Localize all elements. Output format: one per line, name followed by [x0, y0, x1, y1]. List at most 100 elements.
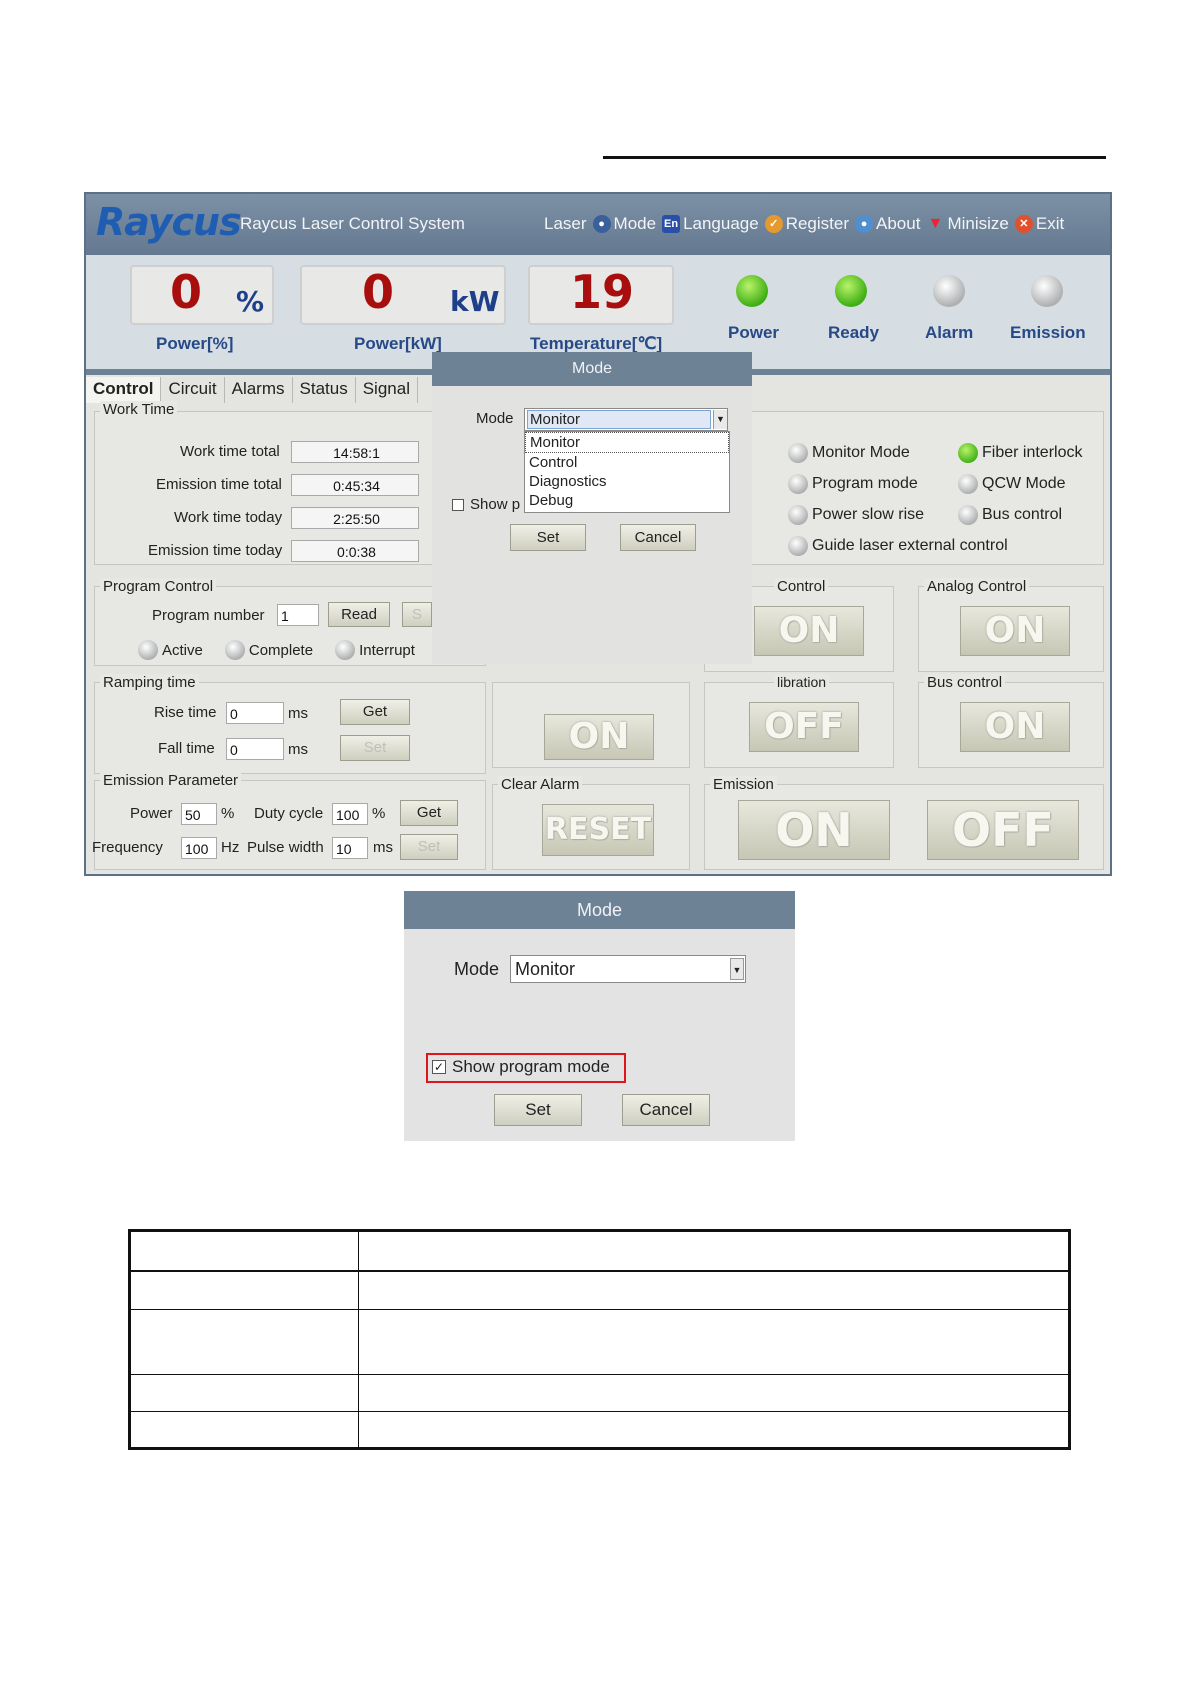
program-number-input[interactable]: 1 — [277, 604, 319, 626]
chevron-down-icon[interactable]: ▼ — [713, 410, 727, 429]
mode-select-value: Monitor — [527, 410, 711, 429]
mode-label: Mode — [476, 410, 514, 427]
tab-control[interactable]: Control — [86, 377, 162, 403]
complete-indicator — [224, 640, 245, 660]
mode-2-select-value: Monitor — [515, 959, 576, 979]
checkbox-icon[interactable] — [452, 498, 464, 511]
menu-about[interactable]: ● About — [855, 214, 920, 234]
checkbox-checked-icon[interactable]: ✓ — [432, 1060, 446, 1074]
tab-status[interactable]: Status — [293, 377, 356, 403]
tab-circuit[interactable]: Circuit — [161, 377, 225, 403]
control-on-button[interactable]: ON — [754, 606, 864, 656]
mode-dialog-enlarged: Mode Mode Monitor ▼ ✓ Show program mode … — [404, 891, 795, 1141]
emission-off-button[interactable]: OFF — [927, 800, 1079, 860]
raycus-logo: Raycus — [96, 200, 242, 244]
power-input[interactable]: 50 — [181, 803, 217, 825]
calibration-off-button[interactable]: OFF — [749, 702, 859, 752]
bus-control-status: Bus control — [958, 505, 1062, 525]
show-program-mode-checkbox[interactable]: ✓ Show program mode — [432, 1057, 610, 1077]
mode-2-select[interactable]: Monitor ▼ — [510, 955, 746, 983]
mode-2-cancel-button[interactable]: Cancel — [622, 1094, 710, 1126]
pulse-width-unit: ms — [373, 839, 393, 856]
laser-control-window: Raycus Raycus Laser Control System Laser… — [84, 192, 1112, 876]
ramping-set-button[interactable]: Set — [340, 735, 410, 761]
tab-alarms[interactable]: Alarms — [225, 377, 293, 403]
fall-time-input[interactable]: 0 — [226, 738, 284, 760]
show-program-checkbox-partial[interactable]: Show p — [452, 496, 520, 513]
clear-alarm-title: Clear Alarm — [498, 776, 583, 793]
power-percent-value: 0 — [170, 265, 203, 319]
guide-laser-indicator — [788, 536, 808, 556]
work-time-today-label: Work time today — [174, 509, 283, 526]
mode-dialog-title: Mode — [432, 352, 752, 386]
emission-group-title: Emission — [710, 776, 777, 793]
work-time-today-field: 2:25:50 — [291, 507, 419, 529]
mode-option-diagnostics[interactable]: Diagnostics — [525, 472, 729, 491]
mode-dropdown-list: Monitor Control Diagnostics Debug — [524, 431, 730, 513]
power-label: Power — [130, 805, 173, 822]
menu-laser[interactable]: Laser — [544, 214, 587, 234]
mode-cancel-button[interactable]: Cancel — [620, 524, 696, 551]
header-rule — [603, 156, 1106, 159]
table-row-divider — [131, 1309, 1068, 1310]
menu-language[interactable]: En Language — [662, 214, 759, 234]
tab-bar: Control Circuit Alarms Status Signal — [86, 377, 418, 403]
work-time-title: Work Time — [100, 401, 178, 418]
guide-laser-status: Guide laser external control — [788, 536, 1008, 556]
qcw-mode-status: QCW Mode — [958, 474, 1066, 494]
tab-signal[interactable]: Signal — [356, 377, 418, 403]
bus-control-title: Bus control — [924, 674, 1006, 691]
mode-select[interactable]: Monitor ▼ — [524, 408, 728, 431]
register-icon: ✓ — [764, 215, 783, 233]
empty-table — [128, 1229, 1071, 1450]
analog-on-button[interactable]: ON — [960, 606, 1070, 656]
menu-minisize[interactable]: ▼ Minisize — [926, 214, 1009, 234]
mode-option-monitor[interactable]: Monitor — [525, 432, 729, 453]
interrupt-state: Interrupt — [335, 640, 415, 660]
program-mode-status: Program mode — [788, 474, 918, 494]
table-row-divider — [131, 1411, 1068, 1412]
program-set-button[interactable]: S — [402, 602, 432, 627]
emission-on-button[interactable]: ON — [738, 800, 890, 860]
emission-time-total-label: Emission time total — [156, 476, 282, 493]
exit-icon: ✕ — [1014, 215, 1033, 233]
menu-mode[interactable]: ● Mode — [592, 214, 656, 234]
fall-time-unit: ms — [288, 741, 308, 758]
emission-set-button[interactable]: Set — [400, 834, 458, 860]
bus-on-button[interactable]: ON — [960, 702, 1070, 752]
mode-dialog-2-title: Mode — [404, 891, 795, 929]
middle-on-button[interactable]: ON — [544, 714, 654, 760]
emission-get-button[interactable]: Get — [400, 800, 458, 826]
mode-dialog: Mode Mode Monitor ▼ Monitor Control Diag… — [432, 352, 752, 664]
emission-parameter-title: Emission Parameter — [100, 772, 242, 789]
rise-time-input[interactable]: 0 — [226, 702, 284, 724]
mode-2-label: Mode — [454, 959, 500, 979]
frequency-input[interactable]: 100 — [181, 837, 217, 859]
power-percent-display: 0 % — [130, 265, 274, 325]
mode-option-control[interactable]: Control — [525, 453, 729, 472]
analog-control-title: Analog Control — [924, 578, 1030, 595]
chevron-down-icon[interactable]: ▼ — [730, 958, 744, 980]
menu-register[interactable]: ✓ Register — [764, 214, 849, 234]
ramping-get-button[interactable]: Get — [340, 699, 410, 725]
ready-indicator — [835, 275, 867, 307]
work-time-total-label: Work time total — [180, 443, 280, 460]
pulse-width-input[interactable]: 10 — [332, 837, 368, 859]
table-row-divider — [131, 1374, 1068, 1375]
mode-2-set-button[interactable]: Set — [494, 1094, 582, 1126]
duty-cycle-unit: % — [372, 805, 386, 822]
read-button[interactable]: Read — [328, 602, 390, 627]
active-state: Active — [138, 640, 203, 660]
alarm-indicator — [933, 275, 965, 307]
duty-cycle-label: Duty cycle — [254, 805, 324, 822]
rise-time-unit: ms — [288, 705, 308, 722]
emission-time-today-label: Emission time today — [148, 542, 283, 559]
mode-option-debug[interactable]: Debug — [525, 491, 729, 510]
mode-set-button[interactable]: Set — [510, 524, 586, 551]
emission-indicator-label: Emission — [1010, 323, 1086, 342]
reset-button[interactable]: RESET — [542, 804, 654, 856]
duty-cycle-input[interactable]: 100 — [332, 803, 368, 825]
menu-exit[interactable]: ✕ Exit — [1014, 214, 1064, 234]
interrupt-indicator — [335, 640, 356, 660]
power-percent-label: Power[%] — [156, 334, 234, 353]
